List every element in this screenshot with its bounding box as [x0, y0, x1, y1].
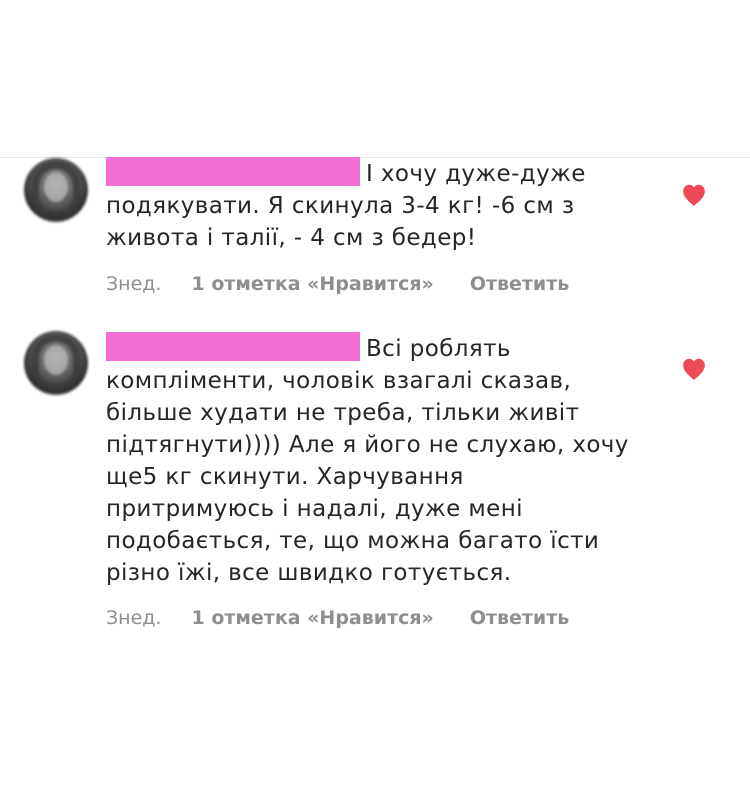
- reply-button[interactable]: Ответить: [470, 273, 569, 295]
- comment-meta: Знед. 1 отметка «Нравится» Ответить: [106, 607, 569, 629]
- redacted-username: [106, 157, 360, 186]
- redacted-username: [106, 332, 360, 361]
- comment-text: І хочу дуже-дуже подякувати. Я скинула 3…: [106, 157, 636, 254]
- heart-icon[interactable]: [681, 357, 707, 381]
- avatar[interactable]: [24, 158, 88, 222]
- comment-meta: Знед. 1 отметка «Нравится» Ответить: [106, 273, 569, 295]
- avatar-face: [44, 172, 68, 202]
- comment-body: Всі роблять компліменти, чоловік взагалі…: [106, 336, 629, 586]
- likes-count[interactable]: 1 отметка «Нравится»: [191, 273, 433, 295]
- heart-icon[interactable]: [681, 183, 707, 207]
- avatar[interactable]: [24, 331, 88, 395]
- comment-time[interactable]: Знед.: [106, 273, 161, 295]
- comment-text: Всі роблять компліменти, чоловік взагалі…: [106, 332, 636, 589]
- avatar-face: [44, 345, 68, 375]
- comment-time[interactable]: Знед.: [106, 607, 161, 629]
- likes-count[interactable]: 1 отметка «Нравится»: [191, 607, 433, 629]
- reply-button[interactable]: Ответить: [470, 607, 569, 629]
